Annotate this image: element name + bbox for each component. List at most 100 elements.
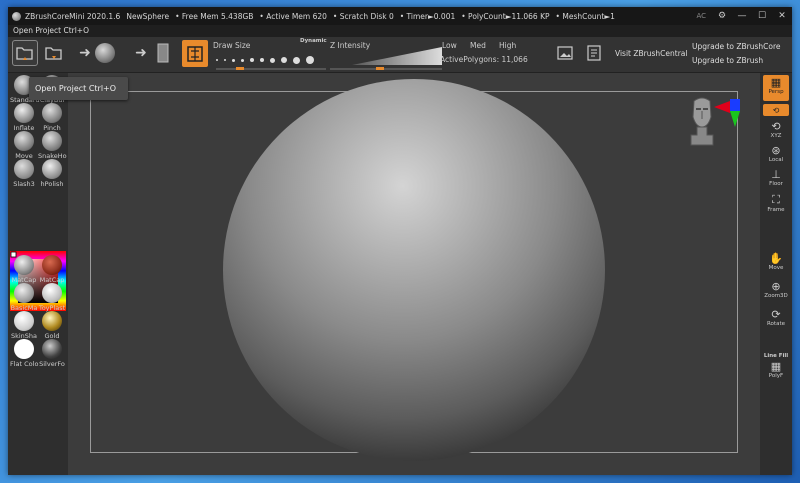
mesh-count: • MeshCount►1	[555, 11, 615, 21]
floor-button[interactable]: ⊥ Floor	[763, 167, 789, 188]
skinshade-icon	[14, 311, 34, 331]
draw-size-slider[interactable]	[216, 68, 326, 70]
folder-open-icon	[16, 47, 33, 60]
material-toyplastic[interactable]: ToyPlast	[38, 283, 66, 312]
slash3-brush-icon	[14, 159, 34, 179]
menu-bar: Open Project Ctrl+O	[8, 25, 792, 37]
timer: • Timer►0.001	[399, 11, 456, 21]
draw-size-label: Draw Size	[213, 41, 251, 50]
material-flatcolor[interactable]: Flat Colo	[10, 339, 38, 368]
floor-toggle-button[interactable]: ⟲	[763, 104, 789, 116]
polyframe-icon: ▦	[770, 359, 782, 373]
brush-snakehook[interactable]: SnakeHo	[38, 131, 67, 160]
move-brush-icon	[14, 131, 34, 151]
local-button[interactable]: ⊛ Local	[763, 143, 789, 164]
upgrade-core-link[interactable]: Upgrade to ZBrushCore	[692, 42, 781, 51]
draw-size-slider-knob[interactable]	[236, 67, 244, 70]
brush-pinch[interactable]: Pinch	[38, 103, 66, 132]
zoom3d-button[interactable]: ⊕ Zoom3D	[763, 279, 789, 300]
brush-move[interactable]: Move	[10, 131, 38, 160]
xyz-icon: ⟲	[771, 119, 781, 133]
settings-icon[interactable]: ⚙	[712, 11, 732, 21]
cylinder-icon	[157, 43, 169, 63]
local-icon: ⊛	[771, 143, 781, 157]
z-intensity-ramp[interactable]	[352, 47, 442, 65]
left-tray: Standard ClayBui Inflate Pinch Move Snak…	[8, 73, 68, 475]
project-name: NewSphere	[126, 11, 170, 21]
frame-icon: ⛶	[772, 193, 780, 206]
material-gold[interactable]: Gold	[38, 311, 66, 340]
xyz-button[interactable]: ⟲ XYZ	[763, 119, 789, 140]
window-controls: AC ⚙ — ☐ ✕	[696, 7, 792, 25]
brush-inflate[interactable]: Inflate	[10, 103, 38, 132]
docs-button[interactable]	[581, 40, 607, 66]
save-project-button[interactable]	[41, 40, 67, 66]
high-button[interactable]: High	[499, 41, 516, 50]
active-polygons: ActivePolygons: 11,066	[440, 55, 528, 64]
material-skinshade[interactable]: SkinSha	[10, 311, 38, 340]
hand-icon: ✋	[769, 251, 783, 265]
maximize-button[interactable]: ☐	[752, 11, 772, 21]
low-button[interactable]: Low	[442, 41, 457, 50]
title-bar: ZBrushCoreMini 2020.1.6 NewSphere • Free…	[8, 7, 792, 25]
minimize-button[interactable]: —	[732, 11, 752, 21]
visit-zbrushcentral-link[interactable]: Visit ZBrushCentral	[615, 49, 687, 58]
zoom-icon: ⊕	[771, 279, 781, 293]
sphere-mesh[interactable]	[223, 79, 605, 461]
book-icon	[587, 45, 601, 61]
z-intensity-slider-knob[interactable]	[376, 67, 384, 70]
pinch-brush-icon	[42, 103, 62, 123]
draw-mode-button[interactable]	[182, 40, 208, 67]
rotate-button[interactable]: ⟳ Rotate	[763, 307, 789, 328]
material-matcap-gray[interactable]: MatCap	[10, 255, 38, 284]
frame-button[interactable]: ⛶ Frame	[763, 193, 789, 213]
move-button[interactable]: ✋ Move	[763, 251, 789, 272]
snakehook-brush-icon	[42, 131, 62, 151]
poly-count: • PolyCount►11.066 KP	[461, 11, 550, 21]
zbrush-app-icon	[12, 11, 21, 21]
persp-button[interactable]: ▦ Persp	[763, 75, 789, 101]
free-mem: • Free Mem 5.438GB	[175, 11, 254, 21]
top-toolbar: ➜ ➜ Draw Size Dynamic Z Intensity Low Me…	[8, 37, 792, 73]
right-tray: ▦ Persp ⟲ ⟲ XYZ ⊛ Local ⊥ Floor ⛶ Frame …	[760, 73, 792, 475]
arrow-right-icon: ➜	[135, 45, 147, 61]
canvas-viewport[interactable]	[68, 73, 760, 475]
app-title: ZBrushCoreMini 2020.1.6	[25, 11, 121, 21]
scratch-disk: • Scratch Disk 0	[332, 11, 394, 21]
upgrade-zbrush-link[interactable]: Upgrade to ZBrush	[692, 56, 763, 65]
ac-indicator: AC	[696, 12, 706, 20]
canvas-doc-button[interactable]	[150, 40, 176, 66]
tool-sphere-button[interactable]	[92, 40, 118, 66]
floor-icon: ⊥	[771, 167, 781, 181]
rotate-mini-icon: ⟲	[772, 105, 780, 115]
open-project-button[interactable]	[12, 40, 38, 66]
app-window: ZBrushCoreMini 2020.1.6 NewSphere • Free…	[8, 7, 792, 475]
active-mem: • Active Mem 620	[259, 11, 327, 21]
dynamic-label[interactable]: Dynamic	[300, 38, 327, 44]
med-button[interactable]: Med	[470, 41, 486, 50]
brush-hpolish[interactable]: hPolish	[38, 159, 66, 188]
basic-material-icon	[14, 283, 34, 303]
close-button[interactable]: ✕	[772, 11, 792, 21]
material-basic[interactable]: BasicMa	[10, 283, 38, 312]
sphere-tool-icon	[95, 43, 115, 63]
brush-slash3[interactable]: Slash3	[10, 159, 38, 188]
rotate-icon: ⟳	[771, 307, 781, 321]
screenshot-button[interactable]	[552, 40, 578, 66]
draw-size-presets[interactable]	[216, 56, 314, 64]
inflate-brush-icon	[14, 103, 34, 123]
image-icon	[557, 46, 573, 60]
head-orientation-icon	[690, 97, 714, 146]
tooltip: Open Project Ctrl+O	[29, 77, 128, 100]
navigation-gizmo[interactable]	[680, 93, 742, 165]
arrow-right-icon: ➜	[79, 45, 91, 61]
toyplastic-icon	[42, 283, 62, 303]
material-silverfoil[interactable]: SilverFo	[38, 339, 66, 368]
persp-grid-icon: ▦	[770, 75, 782, 89]
open-project-menu[interactable]: Open Project Ctrl+O	[13, 26, 89, 35]
silverfoil-icon	[42, 339, 62, 359]
matcap-red-icon	[42, 255, 62, 275]
polyf-button[interactable]: Line Fill ▦ PolyF	[763, 353, 789, 379]
z-intensity-slider[interactable]	[330, 68, 442, 70]
material-matcap-red[interactable]: MatCap	[38, 255, 66, 284]
